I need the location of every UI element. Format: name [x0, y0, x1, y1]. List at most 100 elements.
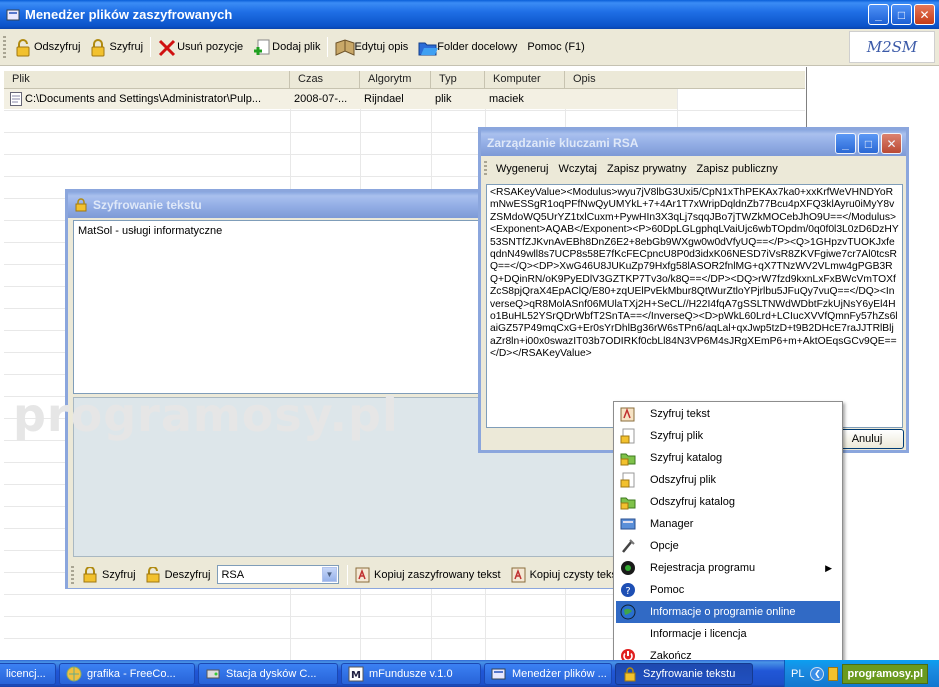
file-list-header: Plik Czas Algorytm Typ Komputer Opis — [4, 71, 805, 89]
maximize-button[interactable]: □ — [891, 4, 912, 25]
column-header-type[interactable]: Typ — [431, 71, 485, 89]
column-header-computer[interactable]: Komputer — [485, 71, 565, 89]
main-window-titlebar[interactable]: Menedżer plików zaszyfrowanych _ □ ✕ — [0, 0, 939, 29]
save-public-key-button[interactable]: Zapisz publiczny — [691, 163, 782, 175]
help-icon: ? — [620, 582, 636, 598]
taskbar-item[interactable]: Stacja dysków C... — [198, 662, 338, 685]
key-icon — [74, 198, 88, 212]
algorithm-value: RSA — [221, 568, 245, 581]
menu-item-decrypt-file[interactable]: Odszyfruj plik — [616, 469, 840, 491]
decrypt-button[interactable]: Odszyfruj — [10, 39, 85, 57]
remove-items-button[interactable]: Usuń pozycje — [153, 39, 248, 57]
tray-logo: programosy.pl — [842, 663, 929, 684]
red-x-icon — [158, 39, 176, 57]
rsa-menu-bar: Wygeneruj Wczytaj Zapisz prywatny Zapisz… — [481, 156, 906, 182]
decrypt-file-icon — [620, 472, 636, 488]
toolbar-grip[interactable] — [71, 565, 74, 584]
cell-time: 2008-07-... — [294, 93, 348, 105]
encrypt-folder-icon — [620, 450, 636, 466]
globe-icon — [620, 604, 636, 620]
taskbar-item[interactable]: licencj... — [0, 662, 56, 685]
app-icon — [6, 8, 20, 22]
tray-arrow-icon[interactable]: ❮ — [810, 666, 825, 681]
taskbar-item-active[interactable]: Szyfrowanie tekstu — [615, 662, 753, 685]
menu-item-label: Szyfruj plik — [650, 430, 704, 442]
taskbar-item[interactable]: grafika - FreeCo... — [59, 662, 195, 685]
menu-item-help[interactable]: ? Pomoc — [616, 579, 840, 601]
menu-item-label: Informacje i licencja — [650, 628, 747, 640]
column-header-time[interactable]: Czas — [290, 71, 360, 89]
file-icon — [10, 92, 22, 106]
taskbar: licencj... grafika - FreeCo... Stacja dy… — [0, 660, 939, 687]
text-decrypt-button[interactable]: Deszyfruj — [141, 565, 216, 583]
add-file-button[interactable]: Dodaj plik — [248, 39, 325, 55]
toolbar-grip[interactable] — [484, 161, 487, 177]
load-key-button[interactable]: Wczytaj — [553, 163, 602, 175]
table-row[interactable]: C:\Documents and Settings\Administrator\… — [4, 89, 677, 109]
menu-item-label: Szyfruj katalog — [650, 452, 723, 464]
rsa-key-textarea[interactable]: <RSAKeyValue><Modulus>wyu7jV8lbG3Uxi5/Cp… — [486, 184, 903, 428]
close-button[interactable]: ✕ — [881, 133, 902, 154]
rsa-key-title: Zarządzanie kluczami RSA — [487, 136, 639, 150]
close-button[interactable]: ✕ — [914, 4, 935, 25]
minimize-button[interactable]: _ — [868, 4, 889, 25]
padlock-open-icon — [15, 39, 31, 57]
maximize-button[interactable]: □ — [858, 133, 879, 154]
menu-item-decrypt-folder[interactable]: Odszyfruj katalog — [616, 491, 840, 513]
menu-item-label: Szyfruj tekst — [650, 408, 710, 420]
toolbar-grip[interactable] — [3, 36, 6, 58]
logo: M2SM — [849, 31, 935, 63]
language-indicator[interactable]: PL — [791, 668, 804, 680]
taskbar-item[interactable]: Menedżer plików ... — [484, 662, 612, 685]
menu-item-label: Pomoc — [650, 584, 685, 596]
column-header-file[interactable]: Plik — [4, 71, 290, 89]
menu-item-label: Informacje o programie online — [650, 606, 796, 618]
text-encrypt-label: Szyfruj — [101, 568, 136, 581]
chevron-down-icon[interactable]: ▼ — [322, 567, 338, 582]
column-header-description[interactable]: Opis — [565, 71, 805, 89]
menu-item-label: Manager — [650, 518, 694, 530]
tray-logo-text: programosy.pl — [847, 667, 924, 680]
menu-item-options[interactable]: Opcje — [616, 535, 840, 557]
menu-item-registration[interactable]: Rejestracja programu ▶ — [616, 557, 840, 579]
algorithm-select[interactable]: RSA ▼ — [217, 565, 340, 584]
menu-item-manager[interactable]: Manager — [616, 513, 840, 535]
cell-computer: maciek — [489, 93, 524, 105]
text-encrypt-button[interactable]: Szyfruj — [78, 565, 141, 583]
tray-app-icon[interactable] — [828, 666, 839, 681]
edit-description-button[interactable]: Edytuj opis — [330, 39, 413, 56]
target-folder-button[interactable]: Folder docelowy — [413, 39, 522, 56]
menu-item-label: Rejestracja programu — [650, 562, 756, 574]
minimize-button[interactable]: _ — [835, 133, 856, 154]
help-button[interactable]: Pomoc (F1) — [522, 41, 589, 53]
menu-item-license[interactable]: Informacje i licencja — [616, 623, 840, 645]
rsa-key-titlebar[interactable]: Zarządzanie kluczami RSA _ □ ✕ — [481, 130, 906, 156]
text-encryption-toolbar: Szyfruj Deszyfruj RSA ▼ Kopiuj zaszyfrow… — [68, 561, 622, 588]
text-encryption-title: Szyfrowanie tekstu — [93, 198, 202, 212]
taskbar-item[interactable]: M mFundusze v.1.0 — [341, 662, 481, 685]
taskbar-item-label: licencj... — [6, 667, 46, 680]
generate-key-button[interactable]: Wygeneruj — [491, 163, 553, 175]
menu-item-encrypt-text[interactable]: Szyfruj tekst — [616, 403, 840, 425]
menu-item-label: Odszyfruj plik — [650, 474, 717, 486]
encrypt-file-icon — [620, 428, 636, 444]
menu-item-encrypt-folder[interactable]: Szyfruj katalog — [616, 447, 840, 469]
menu-item-about-online[interactable]: Informacje o programie online — [616, 601, 840, 623]
cancel-label: Anuluj — [851, 433, 883, 445]
save-private-key-button[interactable]: Zapisz prywatny — [602, 163, 691, 175]
system-tray: PL ❮ programosy.pl — [784, 660, 939, 687]
encrypt-button[interactable]: Szyfruj — [85, 39, 148, 57]
copy-encrypted-button[interactable]: Kopiuj zaszyfrowany tekst — [350, 567, 506, 583]
logo-text: M2SM — [866, 38, 918, 56]
menu-item-encrypt-file[interactable]: Szyfruj plik — [616, 425, 840, 447]
menu-item-label: Odszyfruj katalog — [650, 496, 735, 508]
copy-plain-button[interactable]: Kopiuj czysty teks — [506, 567, 622, 583]
key-icon — [622, 666, 638, 682]
app-icon — [491, 666, 507, 682]
padlock-icon — [83, 565, 99, 583]
text-decrypt-label: Deszyfruj — [164, 568, 211, 581]
toolbar-separator — [150, 37, 152, 57]
svg-text:?: ? — [625, 586, 630, 597]
column-header-algorithm[interactable]: Algorytm — [360, 71, 431, 89]
menu-item-label: Opcje — [650, 540, 679, 552]
